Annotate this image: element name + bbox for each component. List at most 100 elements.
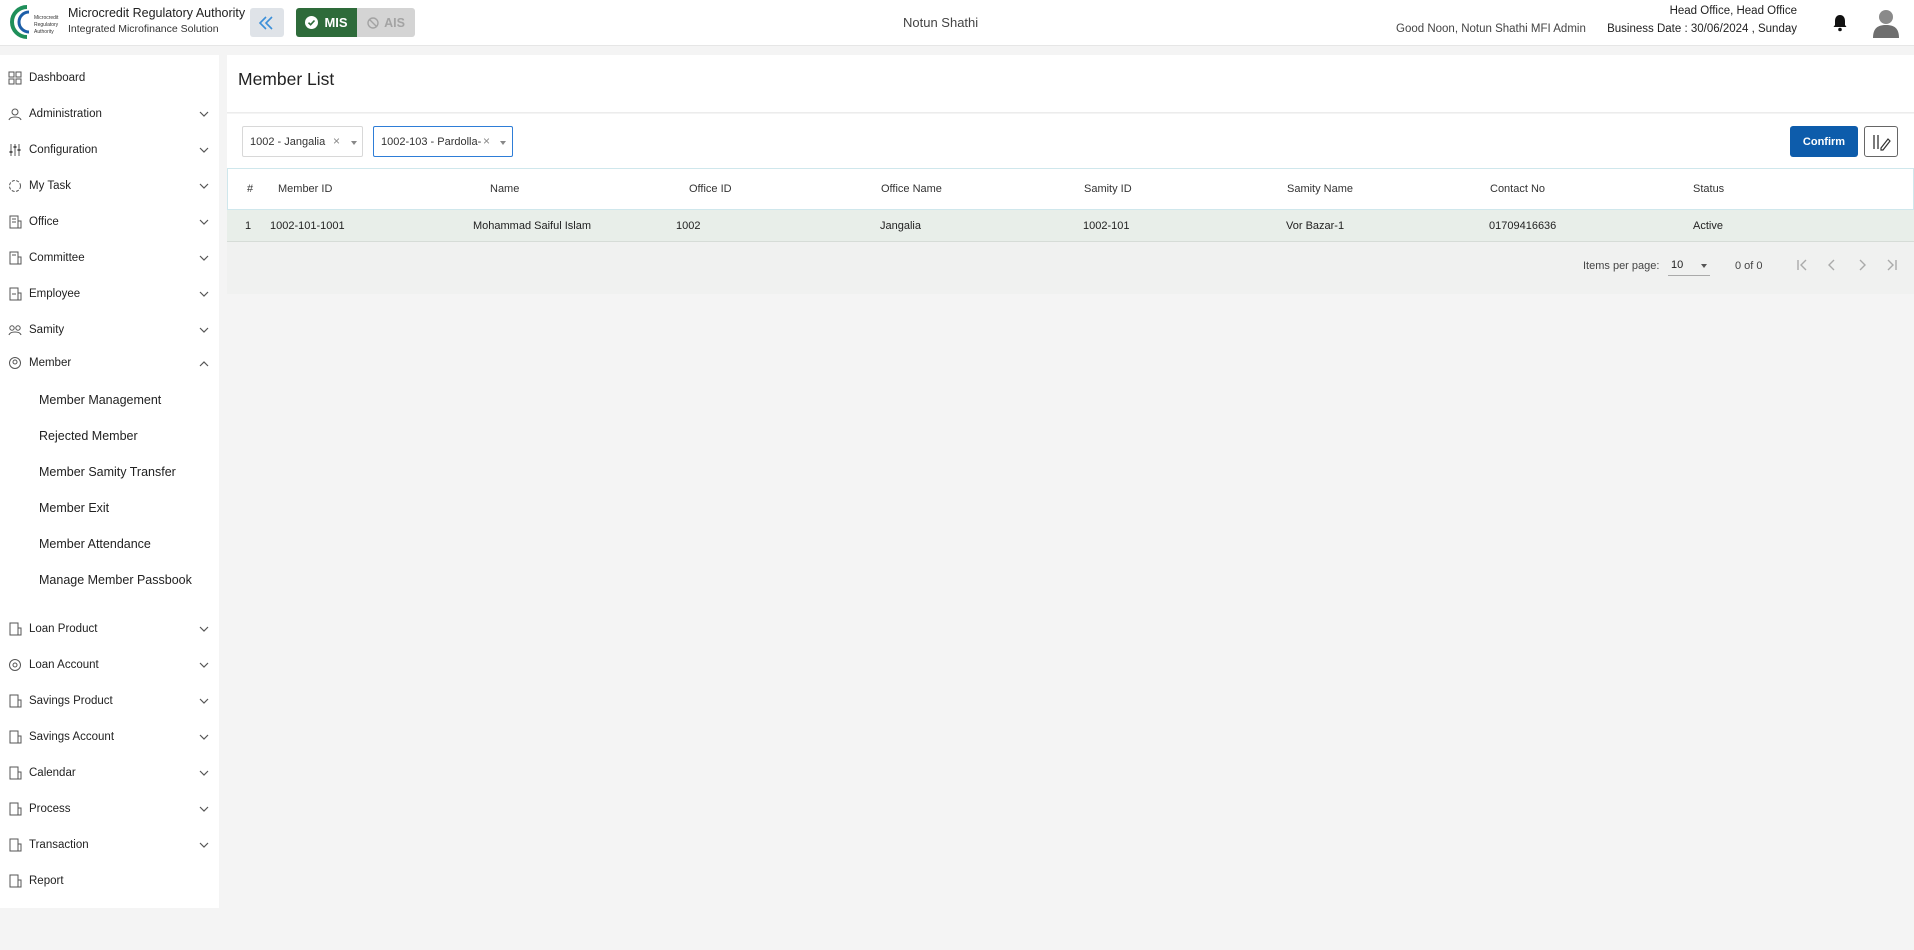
member-table: # Member ID Name Office ID Office Name S… — [227, 168, 1914, 294]
current-office: Head Office, Head Office — [1669, 5, 1797, 17]
column-header-name[interactable]: Name — [490, 183, 519, 195]
sidebar-item-calendar[interactable]: Calendar — [0, 758, 219, 788]
cell-samity-id: 1002-101 — [1083, 220, 1130, 232]
column-settings-button[interactable] — [1864, 126, 1898, 157]
notification-bell-icon[interactable] — [1832, 14, 1848, 32]
top-header: Microcredit Regulatory Authority Microcr… — [0, 0, 1914, 46]
table-row[interactable]: 1 1002-101-1001 Mohammad Saiful Islam 10… — [227, 210, 1914, 242]
mra-logo: Microcredit Regulatory Authority — [10, 5, 59, 39]
sidebar-subitem-member-attendance[interactable]: Member Attendance — [39, 537, 151, 551]
column-header-status[interactable]: Status — [1693, 183, 1724, 195]
office-icon — [9, 215, 22, 229]
sidebar-item-my-task[interactable]: My Task — [0, 171, 219, 201]
chevron-down-icon — [199, 734, 209, 740]
collapse-sidebar-button[interactable] — [250, 8, 284, 37]
sidebar-subitem-member-management[interactable]: Member Management — [39, 393, 161, 407]
sidebar-item-savings-product[interactable]: Savings Product — [0, 686, 219, 716]
sidebar-item-label: Transaction — [29, 839, 89, 851]
business-date: Business Date : 30/06/2024 , Sunday — [1607, 23, 1797, 35]
sidebar-item-samity[interactable]: Samity — [0, 315, 219, 345]
filter-bar: 1002 - Jangalia × 1002-103 - Pardolla-1 … — [227, 114, 1914, 168]
sidebar-subitem-member-samity-transfer[interactable]: Member Samity Transfer — [39, 465, 176, 479]
last-page-icon[interactable] — [1884, 257, 1900, 273]
calendar-icon — [9, 766, 22, 780]
sidebar-item-process[interactable]: Process — [0, 794, 219, 824]
brand-title: Microcredit Regulatory Authority — [68, 6, 246, 20]
sidebar-item-dashboard[interactable]: Dashboard — [0, 63, 219, 93]
column-header-member-id[interactable]: Member ID — [278, 183, 332, 195]
task-icon — [9, 180, 21, 192]
sidebar-item-label: Savings Account — [29, 731, 115, 743]
sidebar-item-loan-account[interactable]: Loan Account — [0, 650, 219, 680]
sidebar-subitem-member-exit[interactable]: Member Exit — [39, 501, 109, 515]
first-page-icon[interactable] — [1794, 257, 1810, 273]
dashboard-icon — [8, 71, 22, 85]
svg-text:Regulatory: Regulatory — [34, 22, 59, 28]
chevron-down-icon — [199, 183, 209, 189]
brand-subtitle: Integrated Microfinance Solution — [68, 23, 219, 35]
user-avatar-icon[interactable] — [1872, 8, 1900, 38]
column-header-office-name[interactable]: Office Name — [881, 183, 942, 195]
paginator: Items per page: 10 0 of 0 — [227, 242, 1914, 294]
savings-product-icon — [9, 694, 22, 708]
sidebar-subitem-rejected-member[interactable]: Rejected Member — [39, 429, 138, 443]
sidebar-item-transaction[interactable]: Transaction — [0, 830, 219, 860]
chevron-down-icon — [199, 111, 209, 117]
cell-office-id: 1002 — [676, 220, 701, 232]
loan-product-icon — [9, 622, 22, 636]
column-header-office-id[interactable]: Office ID — [689, 183, 732, 195]
sidebar-subitem-manage-member-passbook[interactable]: Manage Member Passbook — [39, 573, 192, 587]
sidebar-item-office[interactable]: Office — [0, 207, 219, 237]
sidebar-item-loan-product[interactable]: Loan Product — [0, 614, 219, 644]
mis-toggle-button[interactable]: MIS — [296, 8, 357, 37]
page-size-select[interactable]: 10 — [1668, 254, 1710, 276]
loan-account-icon — [9, 659, 21, 671]
sidebar-item-label: Member — [29, 357, 72, 369]
sidebar-item-label: Office — [29, 216, 59, 228]
clear-icon[interactable]: × — [333, 134, 340, 148]
sidebar-item-employee[interactable]: Employee — [0, 279, 219, 309]
sidebar-item-label: Employee — [29, 288, 81, 300]
page-range-label: 0 of 0 — [1735, 260, 1763, 272]
double-chevron-left-icon — [258, 15, 273, 30]
samity-select-value: 1002-103 - Pardolla-1 — [381, 136, 481, 148]
committee-icon — [9, 251, 22, 265]
next-page-icon[interactable] — [1854, 257, 1870, 273]
greeting-text: Good Noon, Notun Shathi MFI Admin — [1396, 23, 1586, 35]
sidebar-item-savings-account[interactable]: Savings Account — [0, 722, 219, 752]
sidebar-item-label: Administration — [29, 108, 102, 120]
clear-icon[interactable]: × — [483, 134, 490, 148]
office-select[interactable]: 1002 - Jangalia × — [242, 126, 363, 157]
cell-contact-no: 01709416636 — [1489, 220, 1557, 232]
sidebar-item-report[interactable]: Report — [0, 866, 219, 896]
page-header: Member List — [227, 55, 1914, 113]
column-header-index[interactable]: # — [247, 183, 253, 195]
column-header-contact-no[interactable]: Contact No — [1490, 183, 1545, 195]
check-circle-icon — [305, 16, 319, 29]
sidebar-item-administration[interactable]: Administration — [0, 99, 219, 129]
sidebar-item-label: Loan Product — [29, 623, 98, 635]
sidebar-item-label: My Task — [29, 180, 71, 192]
sidebar-item-label: Committee — [29, 252, 85, 264]
previous-page-icon[interactable] — [1824, 257, 1840, 273]
sidebar-item-member[interactable]: Member — [0, 348, 219, 378]
ais-toggle-button[interactable]: AIS — [357, 8, 415, 37]
svg-text:Authority: Authority — [34, 29, 54, 35]
member-icon — [9, 357, 21, 369]
sidebar-item-label: Process — [29, 803, 71, 815]
sidebar-item-label: Dashboard — [29, 72, 86, 84]
column-header-samity-name[interactable]: Samity Name — [1287, 183, 1353, 195]
sidebar-item-configuration[interactable]: Configuration — [0, 135, 219, 165]
cell-member-id: 1002-101-1001 — [270, 220, 345, 232]
samity-select[interactable]: 1002-103 - Pardolla-1 × — [373, 126, 513, 157]
sidebar-item-label: Configuration — [29, 144, 98, 156]
sidebar-item-committee[interactable]: Committee — [0, 243, 219, 273]
sidebar-item-label: Calendar — [29, 767, 76, 779]
block-icon — [367, 16, 379, 29]
column-header-samity-id[interactable]: Samity ID — [1084, 183, 1132, 195]
confirm-button[interactable]: Confirm — [1790, 126, 1858, 157]
chevron-down-icon — [199, 698, 209, 704]
chevron-down-icon — [199, 327, 209, 333]
admin-icon — [8, 108, 22, 121]
org-name: Notun Shathi — [903, 15, 979, 30]
